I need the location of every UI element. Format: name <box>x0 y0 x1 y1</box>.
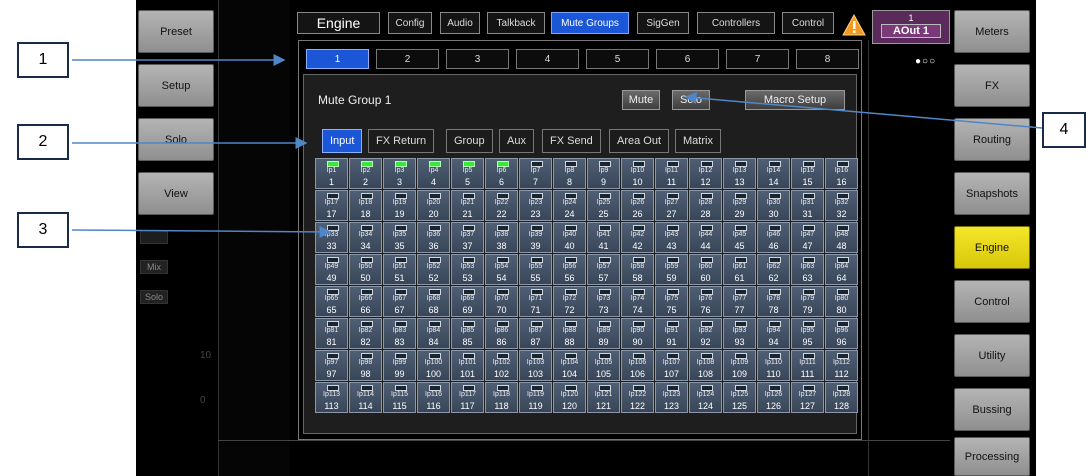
callout-arrow-4 <box>684 91 1043 129</box>
callout-4: 4 <box>1042 112 1086 148</box>
callout-2: 2 <box>17 124 69 160</box>
callout-arrow-3 <box>71 225 332 238</box>
callout-3: 3 <box>17 212 69 248</box>
callout-arrows <box>71 54 1043 238</box>
callout-1: 1 <box>17 42 69 78</box>
